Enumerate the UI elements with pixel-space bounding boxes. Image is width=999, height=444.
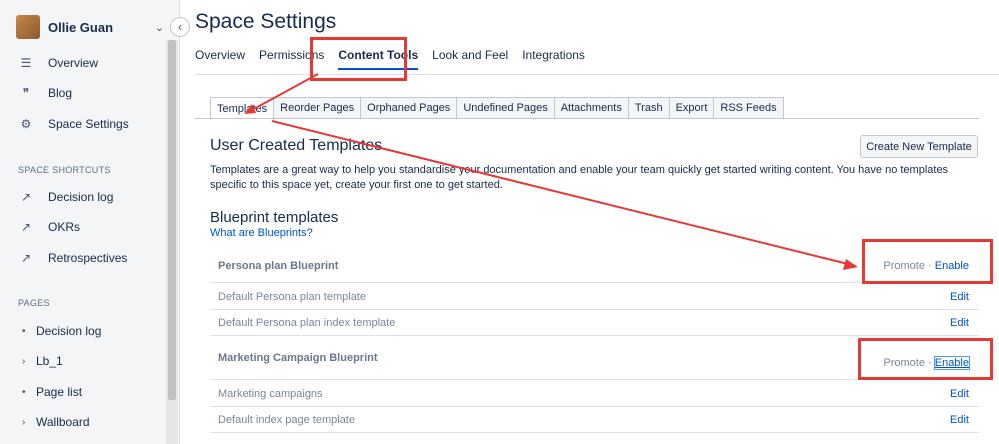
quote-icon: ❞ <box>22 86 30 100</box>
pages-section-title: PAGES <box>18 298 50 308</box>
page-item-label: Wallboard <box>36 415 90 429</box>
edit-link[interactable]: Edit <box>950 414 969 426</box>
gear-icon: ⚙ <box>20 117 32 131</box>
sidebar-item-retrospectives[interactable]: ↗ Retrospectives <box>18 247 127 269</box>
chevron-left-icon: ‹ <box>178 20 182 34</box>
template-name: Default index page template <box>218 413 355 426</box>
subtab-templates[interactable]: Templates <box>210 97 275 120</box>
page-item-wallboard[interactable]: › Wallboard <box>22 412 90 432</box>
user-name: Ollie Guan <box>48 19 114 35</box>
promote-link[interactable]: Promote <box>883 260 925 272</box>
sub-tabs: Templates Reorder Pages Orphaned Pages U… <box>210 97 784 120</box>
external-link-icon: ↗ <box>20 251 32 265</box>
tab-integrations[interactable]: Integrations <box>522 48 585 70</box>
sidebar-item-label: Decision log <box>48 190 114 204</box>
sidebar-item-okrs[interactable]: ↗ OKRs <box>18 216 80 238</box>
template-name: Marketing campaigns <box>218 387 323 400</box>
subtabs-divider <box>195 118 979 119</box>
sidebar-item-label: Blog <box>48 86 73 100</box>
sidebar-item-label: Retrospectives <box>48 251 128 265</box>
subtab-reorder-pages[interactable]: Reorder Pages <box>273 97 362 119</box>
sidebar-item-label: OKRs <box>48 220 81 234</box>
chevron-right-icon[interactable]: › <box>22 356 30 367</box>
blueprint-name: Marketing Campaign Blueprint <box>218 352 378 364</box>
template-row: Marketing campaigns Edit <box>210 381 979 407</box>
page-item-lb-1[interactable]: › Lb_1 <box>22 351 63 371</box>
template-name: Default Persona plan template <box>218 290 366 303</box>
edit-link[interactable]: Edit <box>950 291 969 303</box>
blueprint-actions: Promote · Enable <box>883 347 979 370</box>
subtab-export[interactable]: Export <box>668 97 715 119</box>
edit-link[interactable]: Edit <box>950 317 969 329</box>
subtab-orphaned-pages[interactable]: Orphaned Pages <box>360 97 458 119</box>
blueprint-templates-heading: Blueprint templates <box>210 209 339 226</box>
template-row: Default index page template Edit <box>210 407 979 433</box>
tab-look-and-feel[interactable]: Look and Feel <box>432 48 508 70</box>
blueprint-row-marketing: Marketing Campaign Blueprint Promote · E… <box>210 337 979 380</box>
blueprint-actions: Promote · Enable <box>883 260 979 272</box>
tabs-divider <box>195 74 999 75</box>
sidebar-scrollbar-thumb[interactable] <box>168 40 176 400</box>
bullet-icon: • <box>22 386 26 398</box>
template-name: Default Persona plan index template <box>218 316 396 329</box>
blueprint-row-persona: Persona plan Blueprint Promote · Enable <box>210 250 979 283</box>
avatar <box>16 15 40 39</box>
page-title: Space Settings <box>195 10 337 33</box>
sidebar-item-label: Overview <box>48 56 99 70</box>
page-item-label: Lb_1 <box>36 354 63 368</box>
user-templates-description: Templates are a great way to help you st… <box>210 164 949 191</box>
tab-permissions[interactable]: Permissions <box>259 48 324 70</box>
sidebar-item-label: Space Settings <box>48 117 129 131</box>
subtab-attachments[interactable]: Attachments <box>553 97 629 119</box>
subtab-rss-feeds[interactable]: RSS Feeds <box>713 97 784 119</box>
shortcuts-section-title: SPACE SHORTCUTS <box>18 165 111 175</box>
user-menu[interactable]: Ollie Guan ⌄ <box>16 14 164 40</box>
sidebar-item-overview[interactable]: ☰ Overview <box>18 52 98 74</box>
page-item-label: Page list <box>36 385 83 399</box>
enable-button[interactable]: Enable <box>935 260 969 272</box>
lines-icon: ☰ <box>20 56 32 70</box>
bullet-icon: • <box>22 325 26 337</box>
user-templates-heading: User Created Templates <box>210 137 383 154</box>
chevron-right-icon[interactable]: › <box>22 417 30 428</box>
sidebar-item-space-settings[interactable]: ⚙ Space Settings <box>18 113 129 135</box>
top-tabs: Overview Permissions Content Tools Look … <box>195 48 599 70</box>
page-item-label: Decision log <box>36 324 102 338</box>
tab-overview[interactable]: Overview <box>195 48 245 70</box>
template-row: Default Persona plan template Edit <box>210 284 979 310</box>
subtab-trash[interactable]: Trash <box>627 97 670 119</box>
sidebar-collapse-button[interactable]: ‹ <box>170 17 190 37</box>
external-link-icon: ↗ <box>20 190 32 204</box>
page-item-page-list[interactable]: • Page list <box>22 382 82 402</box>
edit-link[interactable]: Edit <box>950 388 969 400</box>
subtab-undefined-pages[interactable]: Undefined Pages <box>456 97 555 119</box>
separator: · <box>924 357 935 369</box>
sidebar-item-decision-log[interactable]: ↗ Decision log <box>18 186 113 208</box>
external-link-icon: ↗ <box>20 220 32 234</box>
blueprint-name: Persona plan Blueprint <box>218 260 339 272</box>
page-item-decision-log[interactable]: • Decision log <box>22 321 101 341</box>
separator: · <box>924 260 935 272</box>
enable-button[interactable]: Enable <box>933 356 971 370</box>
sidebar-item-blog[interactable]: ❞ Blog <box>18 82 72 104</box>
chevron-down-icon[interactable]: ⌄ <box>155 21 164 34</box>
what-are-blueprints-link[interactable]: What are Blueprints? <box>210 227 313 239</box>
promote-link[interactable]: Promote <box>883 357 925 369</box>
tab-content-tools[interactable]: Content Tools <box>338 48 419 70</box>
create-new-template-button[interactable]: Create New Template <box>860 135 978 158</box>
template-row: Default Persona plan index template Edit <box>210 310 979 336</box>
